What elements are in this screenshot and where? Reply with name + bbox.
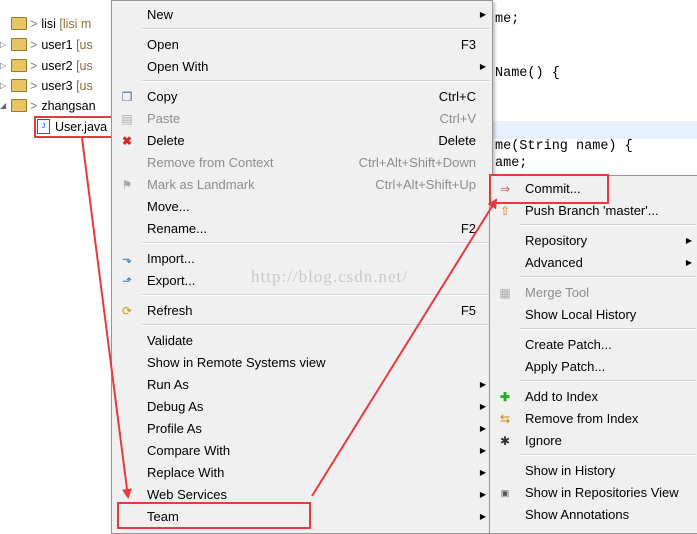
menu-item-refresh[interactable]: ⟳ Refresh F5 [112, 300, 492, 322]
tree-item-label: lisi [41, 17, 56, 31]
package-explorer: > lisi [lisi m ▷ > user1 [us ▷ > user2 [us ▷ >… [0, 0, 126, 532]
menu-item-delete[interactable]: ✖ Delete Delete [112, 130, 492, 152]
tree-item-decoration: [us [76, 79, 93, 93]
landmark-icon: ⚑ [121, 178, 133, 192]
submenu-arrow-icon: ▶ [479, 424, 486, 433]
delete-icon: ✖ [121, 134, 133, 148]
menu-item-create-patch[interactable]: Create Patch... [490, 334, 697, 356]
tree-item-label: user2 [41, 59, 73, 73]
submenu-arrow-icon: ▶ [685, 258, 692, 267]
menu-item-paste: ▤ Paste Ctrl+V [121, 111, 476, 126]
menu-item-mark-as-landmark: ⚑ Mark as Landmark Ctrl+Alt+Shift+Up [121, 177, 476, 192]
menu-item-ignore[interactable]: ✱ Ignore [490, 430, 697, 452]
submenu-arrow-icon: ▶ [479, 512, 486, 521]
menu-item-remove-from-index[interactable]: ⇆ Remove from Index [490, 408, 697, 430]
submenu-arrow-icon: ▶ [479, 446, 486, 455]
tree-item-zhangsan[interactable]: ◢ > zhangsan [0, 96, 96, 116]
menu-separator [520, 276, 696, 278]
merge-icon: ▦ [499, 286, 511, 300]
project-folder-icon [11, 17, 27, 31]
submenu-arrow-icon: ▶ [479, 490, 486, 499]
tree-item-user2[interactable]: ▷ > user2 [us [0, 56, 93, 76]
ignore-icon: ✱ [499, 434, 511, 448]
expand-icon[interactable]: ▷ [0, 35, 9, 55]
add-index-icon: ✚ [499, 390, 511, 404]
submenu-arrow-icon: ▶ [479, 62, 486, 71]
menu-item-open-with[interactable]: Open With ▶ [112, 56, 492, 78]
menu-item-compare-with[interactable]: Compare With ▶ [112, 440, 492, 462]
code-line: me; [495, 12, 520, 27]
tree-item-label: zhangsan [41, 99, 96, 113]
menu-item-remove-from-context: Remove from Context Ctrl+Alt+Shift+Down [147, 155, 476, 170]
tree-item-decoration: [lisi m [59, 17, 92, 31]
project-folder-icon [11, 79, 27, 93]
refresh-icon: ⟳ [121, 304, 133, 318]
commit-highlight-box [489, 174, 609, 204]
submenu-arrow-icon: ▶ [685, 236, 692, 245]
team-highlight-box [117, 502, 311, 529]
tree-item-user1[interactable]: ▷ > user1 [us [0, 35, 93, 55]
menu-item-open[interactable]: Open F3 [112, 34, 492, 56]
menu-item-copy[interactable]: ❐ Copy Ctrl+C [112, 86, 492, 108]
code-editor: me; Name() { me(String name) { ame; [490, 0, 697, 176]
tree-item-user3[interactable]: ▷ > user3 [us [0, 76, 93, 96]
menu-item-show-in-repositories-view[interactable]: ▣ Show in Repositories View [490, 482, 697, 504]
menu-item-advanced[interactable]: Advanced ▶ [490, 252, 697, 274]
team-submenu: ⇒ Commit... ⇧ Push Branch 'master'... Repo… [489, 175, 697, 534]
expand-icon[interactable]: ▷ [0, 56, 9, 76]
push-icon: ⇧ [499, 204, 511, 218]
tree-item-lisi[interactable]: > lisi [lisi m [0, 14, 91, 34]
menu-item-apply-patch[interactable]: Apply Patch... [490, 356, 697, 378]
menu-separator [520, 454, 696, 456]
menu-item-show-in-history[interactable]: Show in History [490, 460, 697, 482]
code-line: me(String name) { [495, 139, 633, 154]
project-folder-icon [11, 99, 27, 113]
submenu-arrow-icon: ▶ [479, 468, 486, 477]
menu-separator [520, 224, 696, 226]
project-folder-icon [11, 38, 27, 52]
menu-item-run-as[interactable]: Run As ▶ [112, 374, 492, 396]
menu-item-add-to-index[interactable]: ✚ Add to Index [490, 386, 697, 408]
watermark: http://blog.csdn.net/ [251, 267, 408, 286]
submenu-arrow-icon: ▶ [479, 380, 486, 389]
remove-index-icon: ⇆ [499, 412, 511, 426]
menu-separator [142, 294, 490, 296]
menu-item-show-in-remote-systems[interactable]: Show in Remote Systems view [112, 352, 492, 374]
menu-item-merge-tool: ▦ Merge Tool [499, 285, 590, 300]
paste-icon: ▤ [121, 112, 133, 126]
menu-item-repository[interactable]: Repository ▶ [490, 230, 697, 252]
menu-item-replace-with[interactable]: Replace With ▶ [112, 462, 492, 484]
current-line-highlight [490, 121, 697, 139]
submenu-arrow-icon: ▶ [479, 10, 486, 19]
git-repo-icon: ▣ [500, 488, 510, 498]
menu-separator [142, 80, 490, 82]
menu-separator [520, 380, 696, 382]
tree-item-decoration: [us [76, 38, 93, 52]
menu-item-debug-as[interactable]: Debug As ▶ [112, 396, 492, 418]
export-icon: ⬏ [121, 274, 133, 288]
menu-item-show-annotations[interactable]: Show Annotations [490, 504, 697, 526]
project-folder-icon [11, 59, 27, 73]
copy-icon: ❐ [121, 90, 133, 104]
expand-icon[interactable]: ▷ [0, 76, 9, 96]
submenu-arrow-icon: ▶ [479, 402, 486, 411]
import-icon: ⬎ [121, 252, 133, 266]
tree-item-decoration: [us [76, 59, 93, 73]
collapse-icon[interactable]: ◢ [0, 96, 9, 116]
tree-item-label: user1 [41, 38, 73, 52]
menu-item-new[interactable]: New ▶ [112, 4, 492, 26]
code-line: Name() { [495, 66, 560, 81]
code-line: ame; [495, 156, 528, 171]
menu-item-rename[interactable]: Rename... F2 [112, 218, 492, 240]
menu-item-validate[interactable]: Validate [112, 330, 492, 352]
menu-separator [520, 328, 696, 330]
menu-separator [142, 242, 490, 244]
menu-separator [142, 324, 490, 326]
tree-item-label: user3 [41, 79, 73, 93]
menu-item-move[interactable]: Move... [112, 196, 492, 218]
menu-item-show-local-history[interactable]: Show Local History [490, 304, 697, 326]
menu-separator [142, 28, 490, 30]
menu-item-profile-as[interactable]: Profile As ▶ [112, 418, 492, 440]
